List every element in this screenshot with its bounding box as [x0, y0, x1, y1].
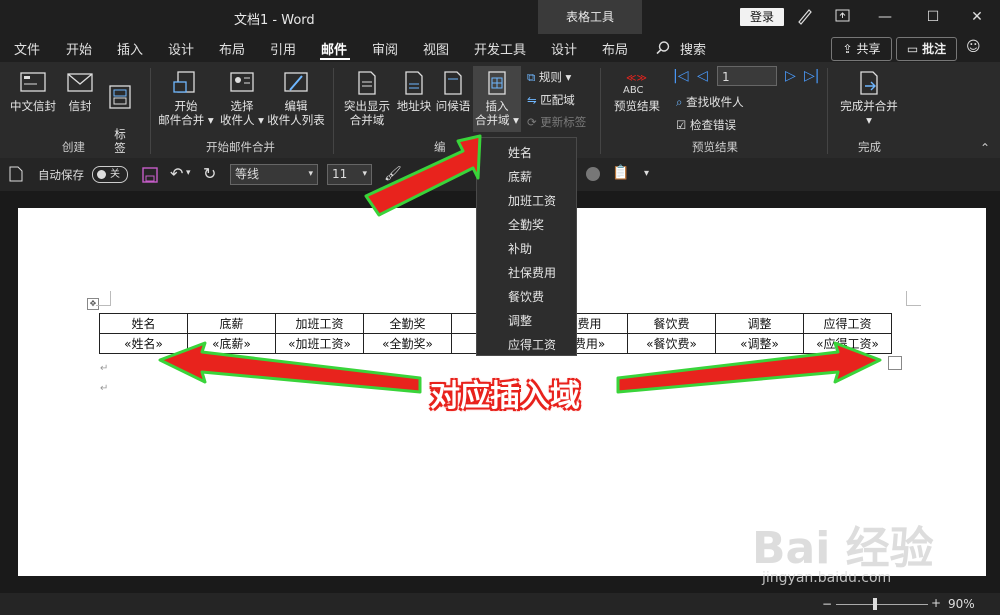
arrow-left-long	[158, 341, 422, 394]
zoom-slider-thumb[interactable]	[873, 598, 877, 610]
arrow-right-long	[616, 341, 882, 394]
zoom-out-button[interactable]: −	[822, 597, 832, 611]
zoom-level[interactable]: 90%	[948, 597, 975, 611]
annotation-text: 对应插入域	[430, 379, 580, 414]
baidu-watermark-logo: Bai 经验	[752, 523, 934, 574]
zoom-slider-track[interactable]	[836, 604, 928, 605]
zoom-in-button[interactable]: +	[931, 596, 941, 610]
baidu-watermark-url: jingyan.baidu.com	[762, 570, 892, 586]
arrow-to-insert-button	[364, 134, 482, 217]
